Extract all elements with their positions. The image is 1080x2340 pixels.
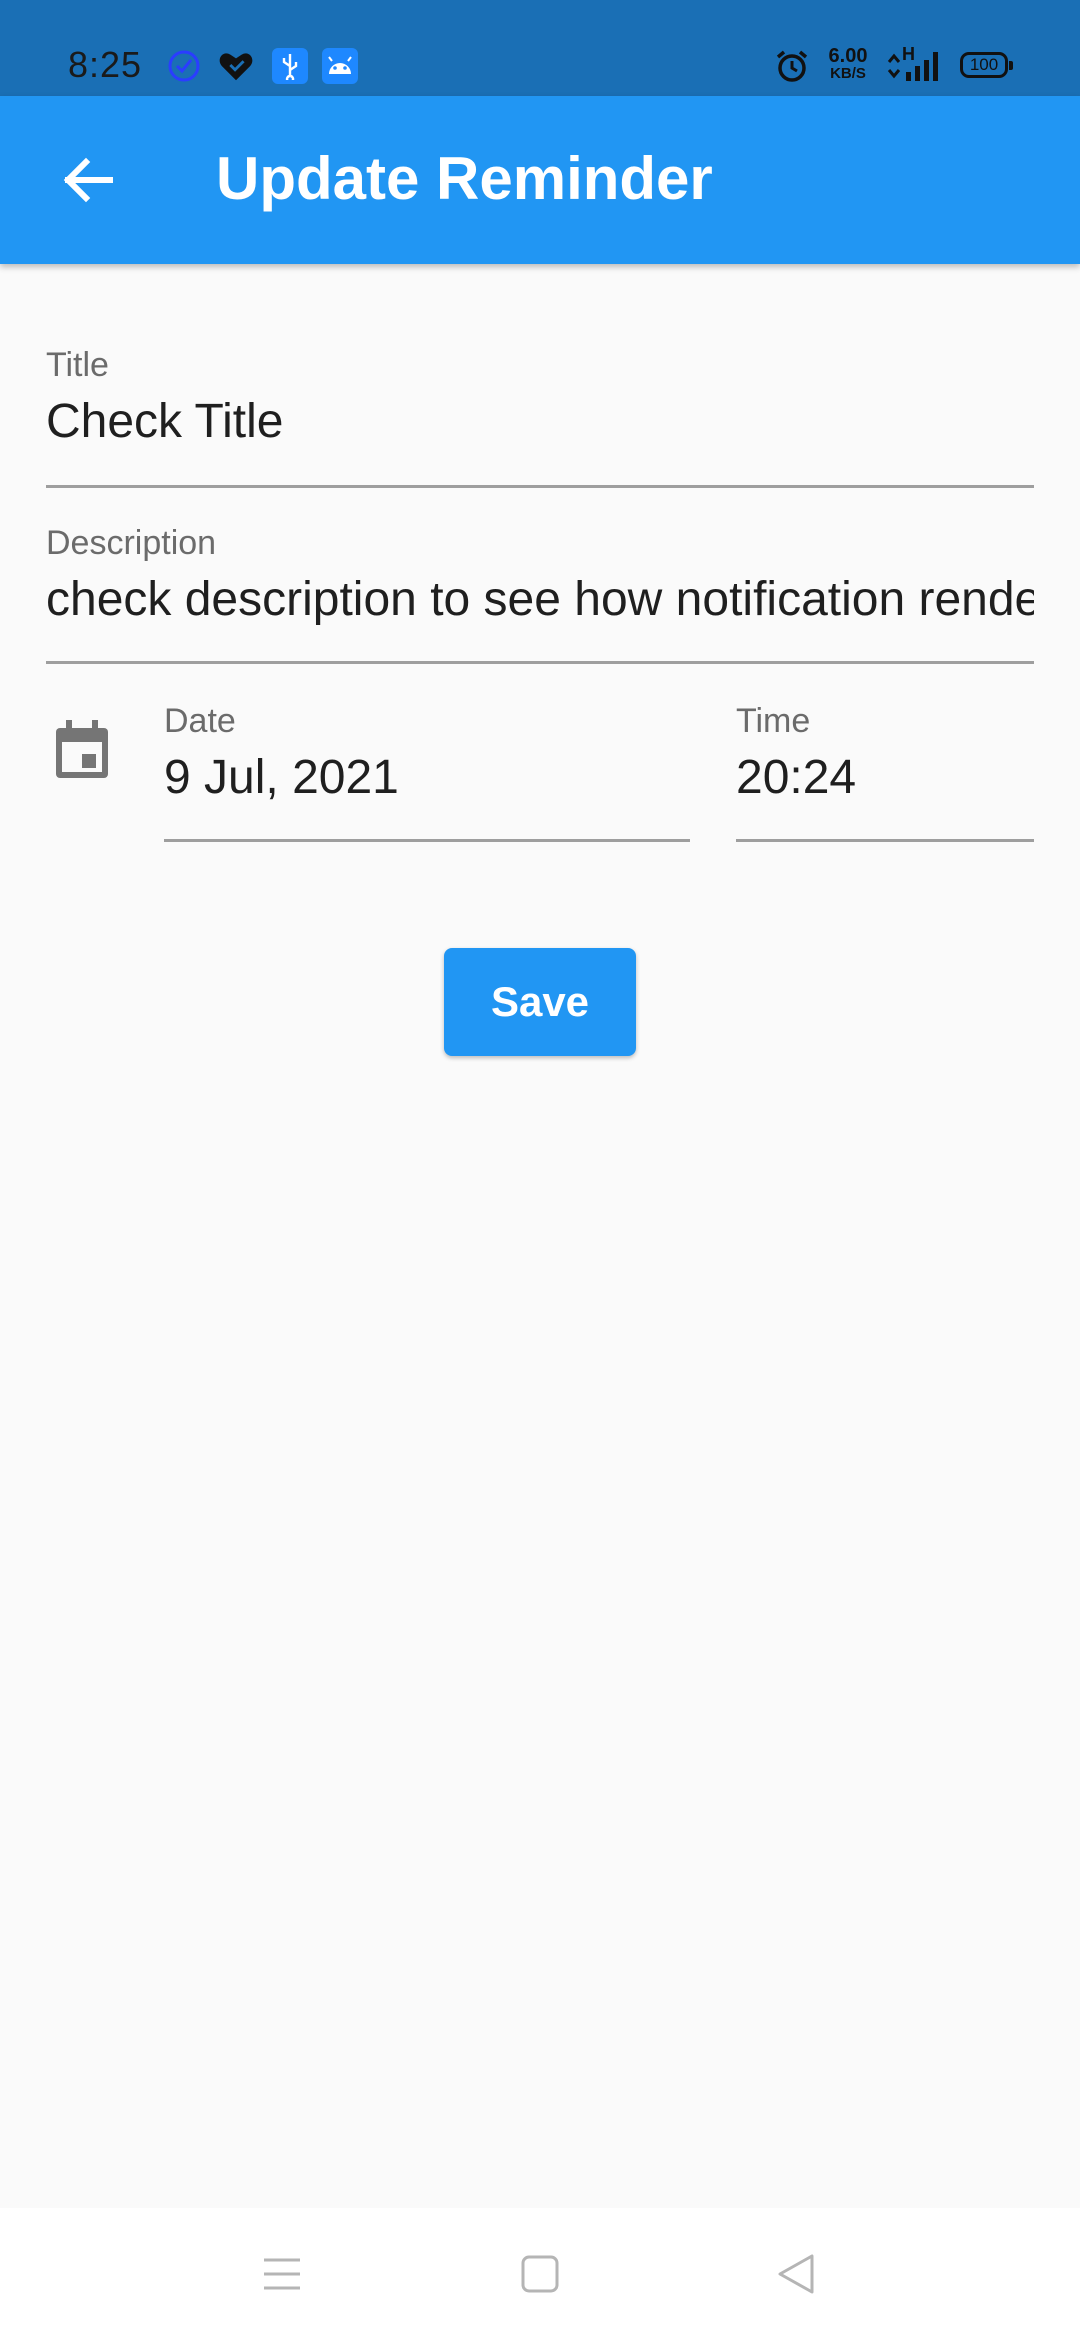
date-input[interactable]: 9 Jul, 2021 [164, 750, 690, 805]
time-input[interactable]: 20:24 [736, 750, 1034, 805]
menu-icon[interactable] [252, 2244, 312, 2304]
home-square-icon[interactable] [510, 2244, 570, 2304]
save-button[interactable]: Save [444, 948, 636, 1056]
back-triangle-icon[interactable] [766, 2244, 826, 2304]
data-arrows-icon [884, 48, 904, 84]
date-field-label: Date [164, 702, 236, 740]
android-icon [322, 48, 358, 84]
usb-icon [272, 48, 308, 84]
back-button[interactable] [40, 132, 136, 228]
network-speed-value: 6.00 [828, 45, 868, 67]
status-time: 8:25 [68, 44, 143, 85]
description-input[interactable]: check description to see how notificatio… [46, 572, 1034, 627]
description-field[interactable]: Description check description to see how… [46, 508, 1034, 664]
time-field[interactable]: Time 20:24 [736, 686, 1034, 842]
heart-check-icon [218, 48, 254, 84]
title-input[interactable]: Check Title [46, 394, 1034, 449]
calendar-icon [48, 716, 116, 784]
battery-icon: 100 [960, 52, 1013, 78]
date-field[interactable]: Date 9 Jul, 2021 [164, 686, 690, 842]
arrow-back-icon [63, 157, 113, 203]
status-bar: 8:25 6.00 KB/S H 100 [0, 0, 1080, 96]
title-field[interactable]: Title Check Title [46, 330, 1034, 488]
page-title: Update Reminder [216, 145, 713, 212]
description-field-label: Description [46, 524, 217, 562]
time-field-label: Time [736, 702, 811, 740]
network-speed: 6.00 KB/S [820, 46, 876, 81]
navigation-bar [0, 2208, 1080, 2340]
title-field-label: Title [46, 346, 109, 384]
app-bar: Update Reminder [0, 96, 1080, 264]
network-speed-unit: KB/S [830, 65, 866, 82]
signal-icon [904, 48, 944, 84]
clock-check-icon [166, 48, 202, 84]
alarm-icon [774, 48, 810, 84]
